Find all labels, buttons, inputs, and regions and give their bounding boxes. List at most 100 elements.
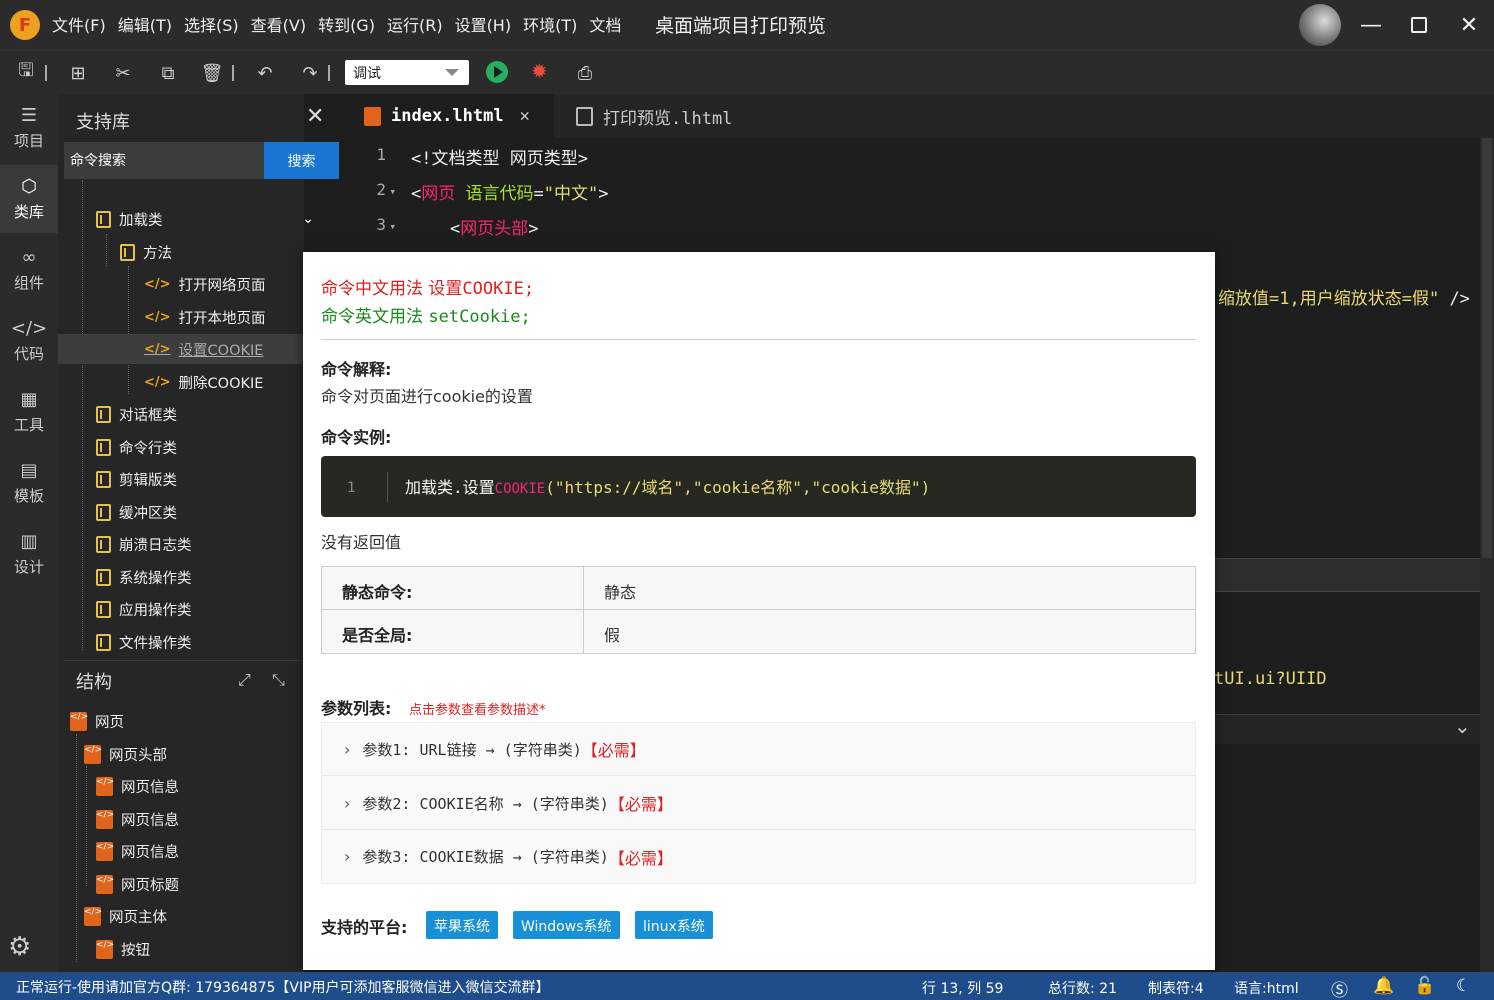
platform-badge: linux系统 [635, 911, 713, 939]
folder-icon [96, 470, 111, 488]
menu-goto[interactable]: 转到(G) [318, 12, 375, 36]
search-button[interactable]: 搜索 [264, 142, 339, 179]
redo-icon[interactable]: ↷ [298, 61, 322, 85]
run-mode-select[interactable]: 调试 [345, 60, 469, 85]
menu-bar: 文件(F) 编辑(T) 选择(S) 查看(V) 转到(G) 运行(R) 设置(H… [52, 12, 621, 36]
tree-item-dialog[interactable]: 对话框类 [58, 399, 304, 429]
struct-item-meta[interactable]: </> 网页信息 [58, 836, 304, 866]
page-icon: </> [96, 809, 114, 829]
menu-env[interactable]: 环境(T) [523, 12, 577, 36]
tree-item-file-ops[interactable]: 文件操作类 [58, 627, 304, 657]
delete-icon[interactable]: 🗑 [200, 61, 224, 85]
print-preview-icon[interactable]: ⎙ [573, 61, 597, 85]
menu-docs[interactable]: 文档 [589, 12, 621, 36]
activity-library[interactable]: ⬡ 类库 [0, 165, 58, 233]
tools-icon: ▦ [20, 389, 38, 410]
activity-code[interactable]: </> 代码 [0, 307, 58, 375]
tree-item-delete-cookie[interactable]: </> 删除COOKIE [58, 367, 304, 397]
tree-item-set-cookie[interactable]: </> 设置COOKIE [58, 334, 304, 364]
gear-icon[interactable]: ⚙ [8, 932, 31, 962]
struct-item-head[interactable]: </> 网页头部 [58, 739, 304, 769]
table-row: 静态命令: 静态 [322, 567, 1195, 610]
activity-templates[interactable]: ▤ 模板 [0, 449, 58, 517]
language-mode[interactable]: 语言:html [1234, 978, 1299, 998]
struct-item-meta[interactable]: </> 网页信息 [58, 771, 304, 801]
menu-select[interactable]: 选择(S) [184, 12, 239, 36]
activity-bar: ☰ 项目 ⬡ 类库 ∞ 组件 </> 代码 ▦ 工具 ▤ 模板 ▥ 设计 [0, 94, 58, 972]
activity-components[interactable]: ∞ 组件 [0, 236, 58, 304]
menu-run[interactable]: 运行(R) [387, 12, 443, 36]
tree-item-buffer[interactable]: 缓冲区类 [58, 497, 304, 527]
tree-item-open-web[interactable]: </> 打开网络页面 [58, 269, 304, 299]
folder-icon [96, 438, 111, 456]
prop-value: 静态 [604, 583, 637, 602]
params-hint: 点击参数查看参数描述* [409, 703, 546, 718]
menu-edit[interactable]: 编辑(T) [118, 12, 172, 36]
debug-icon[interactable]: ✹ [531, 59, 548, 83]
param-item[interactable]: › 参数1: URL链接 → (字符串类) 【必需】 [322, 723, 1195, 776]
struct-item-body[interactable]: </> 网页主体 [58, 901, 304, 931]
tree-item-crashlog[interactable]: 崩溃日志类 [58, 529, 304, 559]
expand-icon[interactable]: ⤢ [238, 670, 251, 690]
moon-icon[interactable]: ☾ [1456, 976, 1471, 996]
scrollbar-thumb[interactable] [1482, 138, 1492, 558]
tree-item-system-ops[interactable]: 系统操作类 [58, 562, 304, 592]
en-usage: 命令英文用法 setCookie; [321, 307, 531, 327]
return-text: 没有返回值 [321, 533, 402, 552]
close-tab-icon[interactable]: ✕ [520, 106, 530, 126]
activity-design[interactable]: ▥ 设计 [0, 520, 58, 588]
tab-index[interactable]: index.lhtml ✕ [346, 94, 554, 138]
run-icon[interactable] [486, 61, 508, 83]
menu-file[interactable]: 文件(F) [52, 12, 106, 36]
code-icon: </> [144, 341, 171, 357]
tab-print-preview[interactable]: 打印预览.lhtml [576, 94, 796, 138]
maximize-icon[interactable] [1402, 8, 1436, 42]
menu-settings[interactable]: 设置(H) [455, 12, 512, 36]
minimize-icon[interactable]: — [1354, 8, 1388, 42]
new-file-icon[interactable]: ⊞ [66, 61, 90, 85]
undo-icon[interactable]: ↶ [253, 61, 277, 85]
copy-icon[interactable]: ⧉ [156, 61, 180, 85]
page-icon: </> [96, 874, 114, 894]
title-bar: F 文件(F) 编辑(T) 选择(S) 查看(V) 转到(G) 运行(R) 设置… [0, 0, 1494, 50]
cursor-position[interactable]: 行 13, 列 59 [922, 978, 1003, 998]
search-input[interactable] [64, 142, 264, 179]
save-icon[interactable]: 🖫 [14, 60, 38, 85]
close-icon[interactable]: ✕ [306, 104, 324, 129]
close-icon[interactable]: ✕ [1452, 8, 1486, 42]
unlock-icon[interactable]: 🔓 [1414, 976, 1435, 996]
chevron-down-icon[interactable]: ⌄ [1454, 714, 1471, 738]
toolbar-divider [232, 65, 234, 81]
tree-item-app-ops[interactable]: 应用操作类 [58, 594, 304, 624]
param-item[interactable]: › 参数2: COOKIE名称 → (字符串类) 【必需】 [322, 777, 1195, 830]
cut-icon[interactable]: ✂ [111, 61, 135, 85]
tree-item-clipboard[interactable]: 剪辑版类 [58, 464, 304, 494]
param-item[interactable]: › 参数3: COOKIE数据 → (字符串类) 【必需】 [322, 830, 1195, 883]
folder-icon [96, 633, 111, 651]
struct-item-title[interactable]: </> 网页标题 [58, 869, 304, 899]
tree-item-loader[interactable]: 加载类 ⌄ [58, 204, 314, 234]
example-code-block: 1 加载类.设置COOKIE("https://域名","cookie名称","… [321, 456, 1196, 517]
tree-item-methods[interactable]: 方法 [58, 237, 304, 267]
menu-view[interactable]: 查看(V) [251, 12, 306, 36]
chevron-down-icon [445, 69, 459, 76]
tree-item-open-local[interactable]: </> 打开本地页面 [58, 302, 304, 332]
struct-item-page[interactable]: </> 网页 [58, 706, 304, 736]
table-row: 是否全局: 假 [322, 610, 1195, 653]
activity-project[interactable]: ☰ 项目 [0, 94, 58, 162]
tab-size[interactable]: 制表符:4 [1148, 978, 1204, 998]
struct-item-meta[interactable]: </> 网页信息 [58, 804, 304, 834]
prop-key: 是否全局: [322, 610, 584, 653]
tree-item-cmdline[interactable]: 命令行类 [58, 432, 304, 462]
activity-tools[interactable]: ▦ 工具 [0, 378, 58, 446]
gutter-divider [387, 472, 388, 502]
collapse-icon[interactable]: ⤡ [272, 670, 285, 690]
avatar[interactable] [1299, 4, 1341, 46]
layers-icon: ☰ [20, 105, 38, 126]
struct-item-button[interactable]: </> 按钮 [58, 934, 304, 964]
dollar-icon[interactable]: Ⓢ [1331, 976, 1348, 1000]
command-doc-popup: 命令中文用法 设置COOKIE; 命令英文用法 setCookie; 命令解释:… [303, 252, 1215, 970]
bell-icon[interactable]: 🔔 [1373, 976, 1394, 996]
platform-badge: Windows系统 [513, 911, 620, 939]
chevron-right-icon: › [344, 739, 351, 759]
